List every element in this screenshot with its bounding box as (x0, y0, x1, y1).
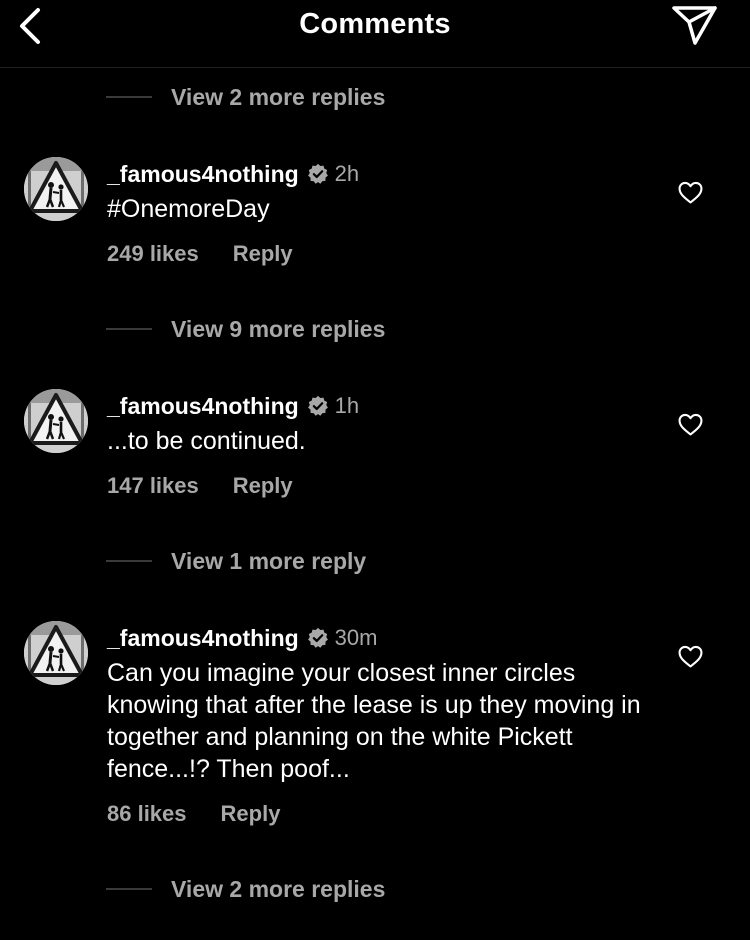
view-more-replies-label: View 1 more reply (171, 547, 367, 574)
comment-timestamp: 2h (334, 161, 360, 186)
road-sign-icon (24, 621, 88, 685)
view-more-replies-button[interactable]: View 2 more replies (106, 82, 385, 112)
comment-actions: 249 likes Reply (107, 241, 293, 267)
replies-divider-line (106, 96, 152, 98)
replies-divider-line (106, 328, 152, 330)
comment-timestamp: 1h (334, 393, 360, 418)
likes-count[interactable]: 147 likes (107, 473, 199, 499)
replies-divider-line (106, 888, 152, 890)
view-more-replies-label: View 2 more replies (171, 875, 386, 902)
verified-badge-icon (307, 627, 328, 648)
comment-header: _famous4nothing 2h (107, 159, 359, 189)
heart-icon[interactable] (678, 645, 703, 668)
comment-text: #OnemoreDay (107, 195, 270, 223)
view-more-replies-button[interactable]: View 1 more reply (106, 546, 366, 576)
view-more-replies-button[interactable]: View 9 more replies (106, 314, 385, 344)
comment-header: _famous4nothing 30m (107, 623, 377, 653)
comment-item: _famous4nothing 30m Can you imagine your… (0, 621, 750, 841)
comment-item: _famous4nothing 2h #OnemoreDay 249 likes… (0, 157, 750, 277)
username-link[interactable]: _famous4nothing (107, 625, 299, 652)
comment-actions: 147 likes Reply (107, 473, 293, 499)
page-title: Comments (299, 8, 451, 40)
avatar[interactable] (24, 157, 88, 221)
comment-text: ...to be continued. (107, 427, 306, 455)
share-button[interactable] (671, 4, 719, 46)
reply-button[interactable]: Reply (221, 801, 281, 827)
heart-icon[interactable] (678, 181, 703, 204)
verified-badge-icon (307, 395, 328, 416)
username-link[interactable]: _famous4nothing (107, 393, 299, 420)
road-sign-icon (24, 157, 88, 221)
username-link[interactable]: _famous4nothing (107, 161, 299, 188)
heart-icon[interactable] (678, 413, 703, 436)
reply-button[interactable]: Reply (233, 241, 293, 267)
comment-header: _famous4nothing 1h (107, 391, 359, 421)
verified-badge-icon (307, 163, 328, 184)
view-more-replies-label: View 2 more replies (171, 83, 386, 110)
comments-header: Comments (0, 0, 750, 68)
avatar[interactable] (24, 621, 88, 685)
road-sign-icon (24, 389, 88, 453)
comment-text: Can you imagine your closest inner circl… (107, 659, 641, 783)
avatar[interactable] (24, 389, 88, 453)
comment-item: _famous4nothing 1h ...to be continued. 1… (0, 389, 750, 509)
reply-button[interactable]: Reply (233, 473, 293, 499)
comment-timestamp: 30m (334, 625, 378, 650)
likes-count[interactable]: 86 likes (107, 801, 187, 827)
view-more-replies-label: View 9 more replies (171, 315, 386, 342)
likes-count[interactable]: 249 likes (107, 241, 199, 267)
view-more-replies-button[interactable]: View 2 more replies (106, 874, 385, 904)
paper-plane-icon (672, 6, 717, 45)
replies-divider-line (106, 560, 152, 562)
comment-actions: 86 likes Reply (107, 801, 280, 827)
